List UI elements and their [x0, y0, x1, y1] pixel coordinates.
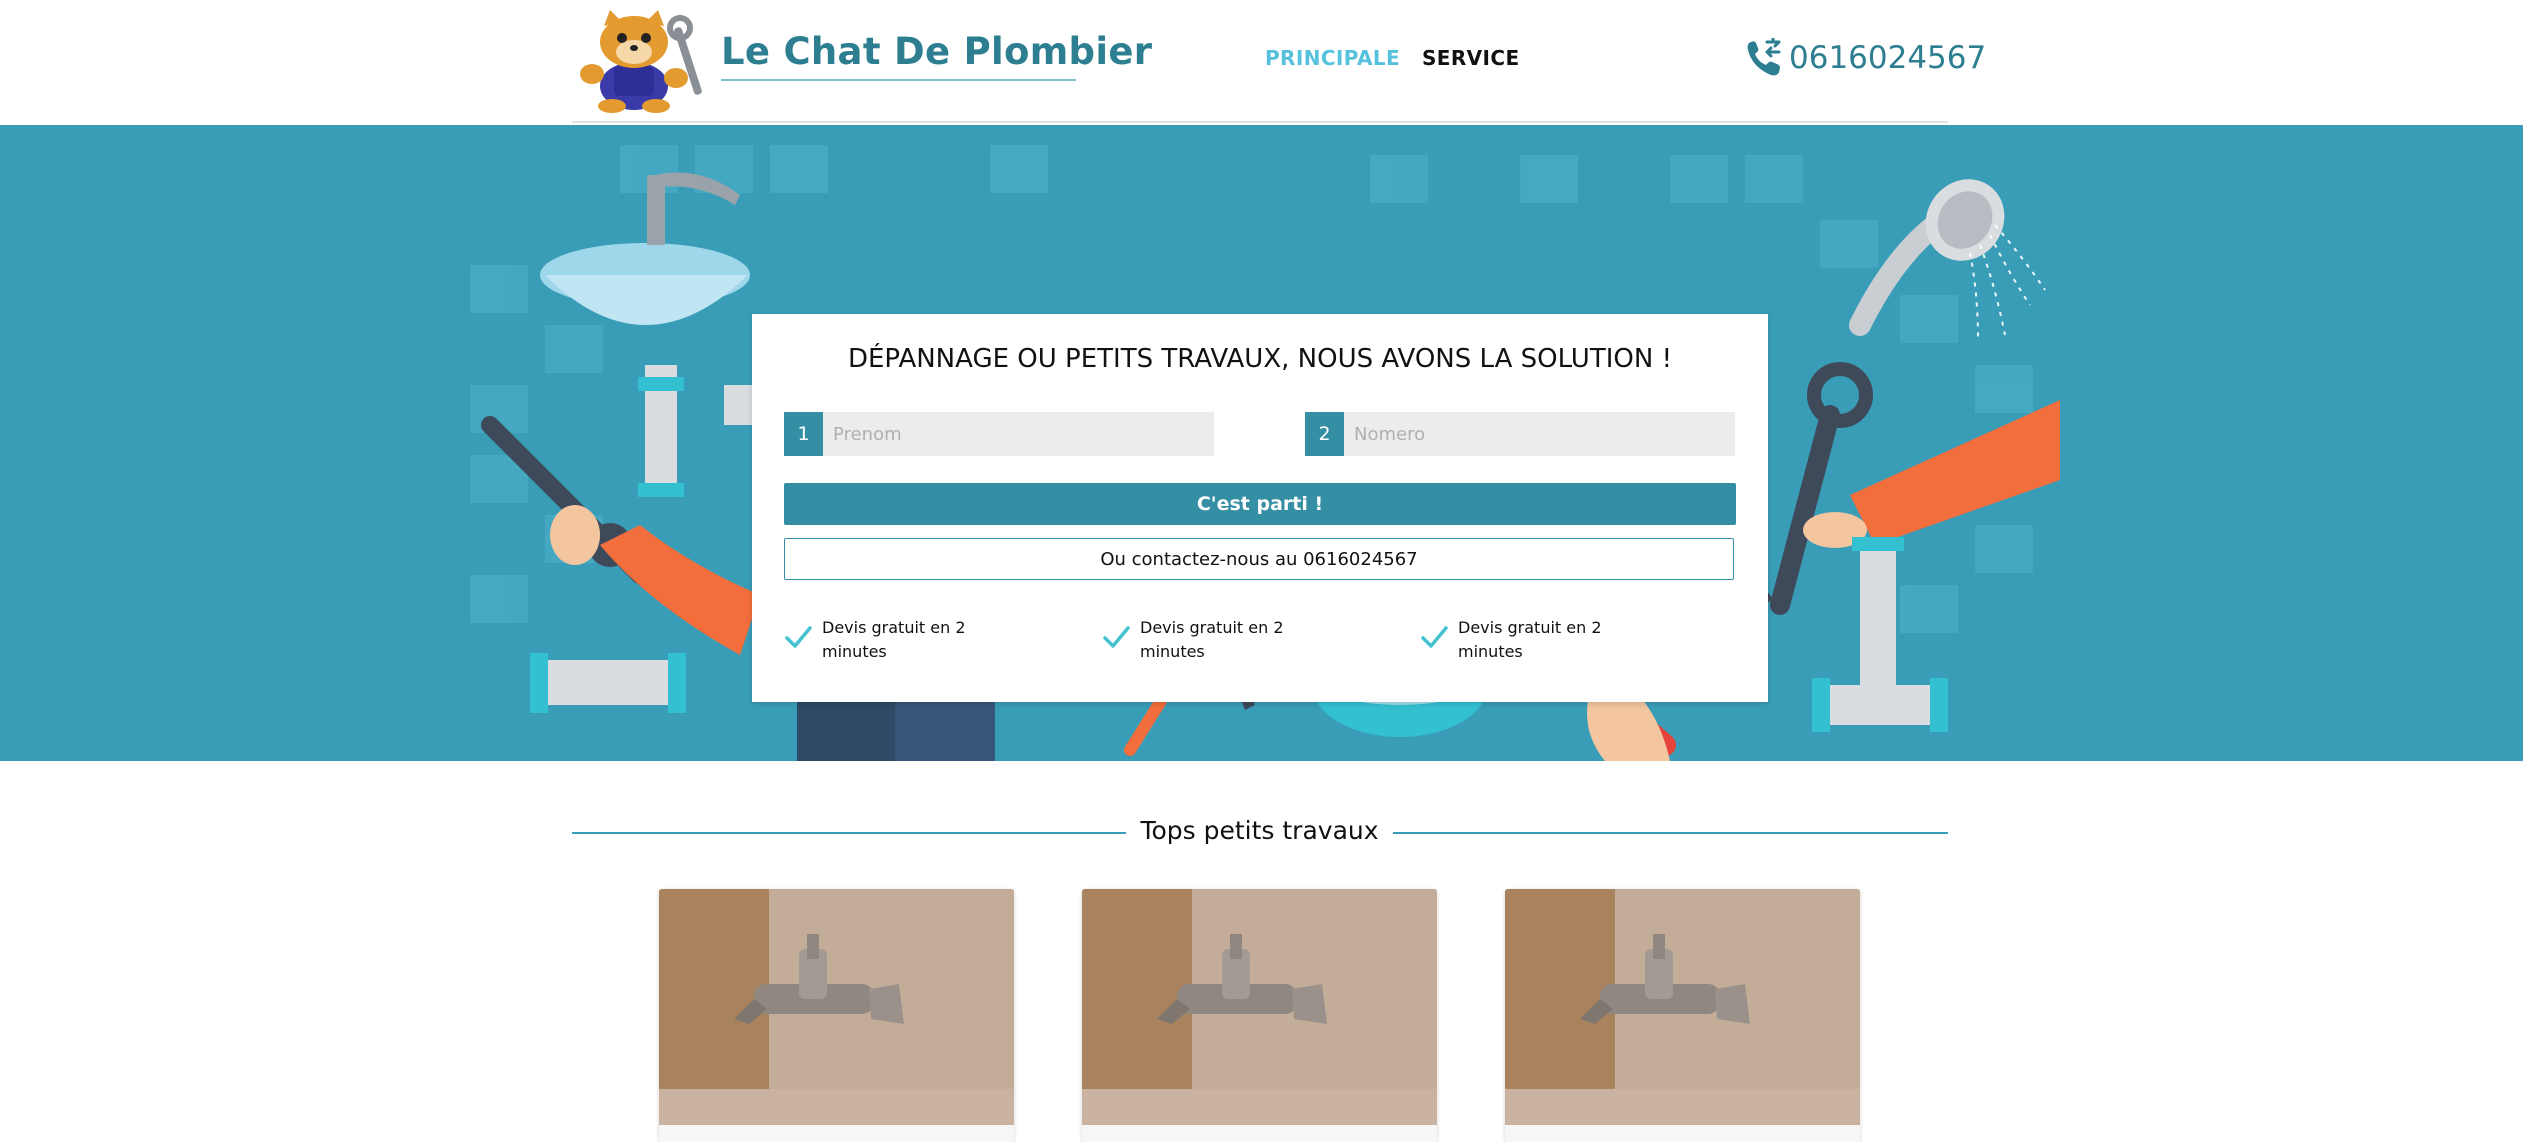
- check-icon: [785, 626, 812, 648]
- prenom-field: 1: [784, 412, 1214, 456]
- submit-button[interactable]: C'est parti !: [784, 483, 1736, 525]
- contact-phone-button[interactable]: Ou contactez-nous au 0616024567: [784, 538, 1734, 580]
- feature-item-3: Devis gratuit en 2 minutes: [1420, 616, 1660, 664]
- wall-faucet-image: [659, 889, 1014, 1125]
- wall-faucet-image: [1505, 889, 1860, 1125]
- service-card-2[interactable]: [1082, 889, 1437, 1142]
- header-divider: [572, 121, 1948, 123]
- check-icon: [1103, 626, 1130, 648]
- wall-faucet-image: [1082, 889, 1437, 1125]
- feature-text: Devis gratuit en 2 minutes: [1458, 618, 1602, 661]
- brand-name[interactable]: Le Chat De Plombier: [721, 30, 1152, 73]
- site-header: Le Chat De Plombier PRINCIPALE SERVICE 0…: [0, 0, 2523, 123]
- nav-item-principale[interactable]: PRINCIPALE: [1265, 46, 1400, 70]
- service-card-1[interactable]: [659, 889, 1014, 1142]
- nav-item-service[interactable]: SERVICE: [1422, 46, 1520, 70]
- phone-call-icon: [1747, 38, 1781, 76]
- quote-form-card: DÉPANNAGE OU PETITS TRAVAUX, NOUS AVONS …: [752, 314, 1768, 702]
- section-divider-right: [1393, 832, 1948, 834]
- field-number-2: 2: [1305, 412, 1345, 456]
- feature-text: Devis gratuit en 2 minutes: [822, 618, 966, 661]
- numero-field: 2: [1305, 412, 1735, 456]
- hero-title: DÉPANNAGE OU PETITS TRAVAUX, NOUS AVONS …: [847, 344, 1672, 374]
- section-divider-left: [572, 832, 1126, 834]
- brand-underline: [721, 79, 1076, 81]
- check-icon: [1421, 626, 1448, 648]
- feature-item-1: Devis gratuit en 2 minutes: [784, 616, 1024, 664]
- prenom-input[interactable]: [823, 412, 1214, 456]
- cat-plumber-logo[interactable]: [572, 8, 722, 114]
- hero-section: DÉPANNAGE OU PETITS TRAVAUX, NOUS AVONS …: [0, 125, 2523, 761]
- numero-input[interactable]: [1344, 412, 1735, 456]
- service-card-3[interactable]: [1505, 889, 1860, 1142]
- header-phone-number: 0616024567: [1789, 40, 1987, 76]
- header-phone-link[interactable]: 0616024567: [1745, 36, 1986, 80]
- feature-text: Devis gratuit en 2 minutes: [1140, 618, 1284, 661]
- feature-item-2: Devis gratuit en 2 minutes: [1102, 616, 1342, 664]
- field-number-1: 1: [784, 412, 824, 456]
- section-title: Tops petits travaux: [1140, 816, 1379, 845]
